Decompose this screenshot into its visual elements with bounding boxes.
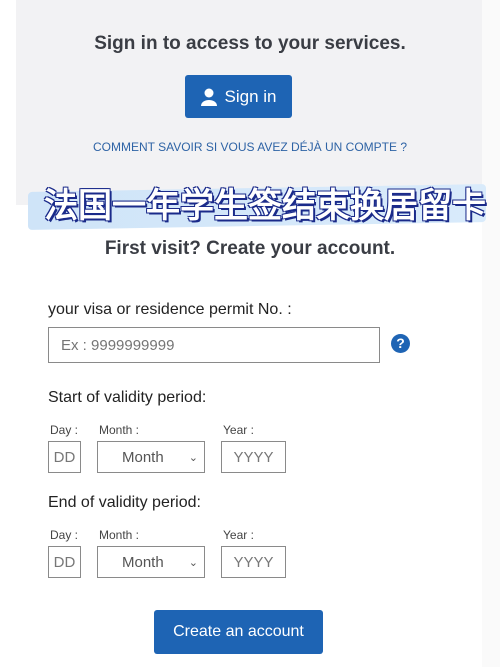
- start-year-input[interactable]: YYYY: [221, 441, 286, 473]
- start-month-select[interactable]: Month ⌄: [97, 441, 205, 473]
- create-account-button[interactable]: Create an account: [154, 610, 323, 654]
- end-year-input[interactable]: YYYY: [221, 546, 286, 578]
- end-label: End of validity period:: [48, 494, 201, 511]
- signin-button-label: Sign in: [224, 86, 277, 106]
- permit-label: your visa or residence permit No. :: [48, 301, 292, 318]
- chevron-down-icon: ⌄: [188, 556, 198, 569]
- page-edge: [482, 0, 500, 667]
- end-day-input[interactable]: DD: [48, 546, 81, 578]
- start-year-label: Year :: [223, 423, 254, 437]
- end-year-label: Year :: [223, 528, 254, 542]
- user-icon: [200, 88, 217, 106]
- start-day-input[interactable]: DD: [48, 441, 81, 473]
- end-month-select[interactable]: Month ⌄: [97, 546, 205, 578]
- start-month-label: Month :: [99, 423, 140, 437]
- start-month-value: Month: [122, 448, 164, 466]
- permit-input[interactable]: [48, 327, 380, 363]
- signin-title: Sign in to access to your services.: [94, 33, 406, 54]
- signin-button[interactable]: Sign in: [185, 75, 292, 118]
- end-month-label: Month :: [99, 528, 140, 542]
- start-label: Start of validity period:: [48, 389, 207, 406]
- register-title: First visit? Create your account.: [104, 238, 396, 259]
- overlay-caption: 法国一年学生签结束换居留卡: [44, 186, 486, 226]
- end-month-value: Month: [122, 553, 164, 571]
- start-day-label: Day :: [50, 423, 79, 437]
- chevron-down-icon: ⌄: [188, 451, 198, 464]
- end-day-label: Day :: [50, 528, 79, 542]
- account-check-link[interactable]: COMMENT SAVOIR SI VOUS AVEZ DÉJÀ UN COMP…: [0, 140, 500, 154]
- question-circle-icon[interactable]: ?: [391, 334, 410, 353]
